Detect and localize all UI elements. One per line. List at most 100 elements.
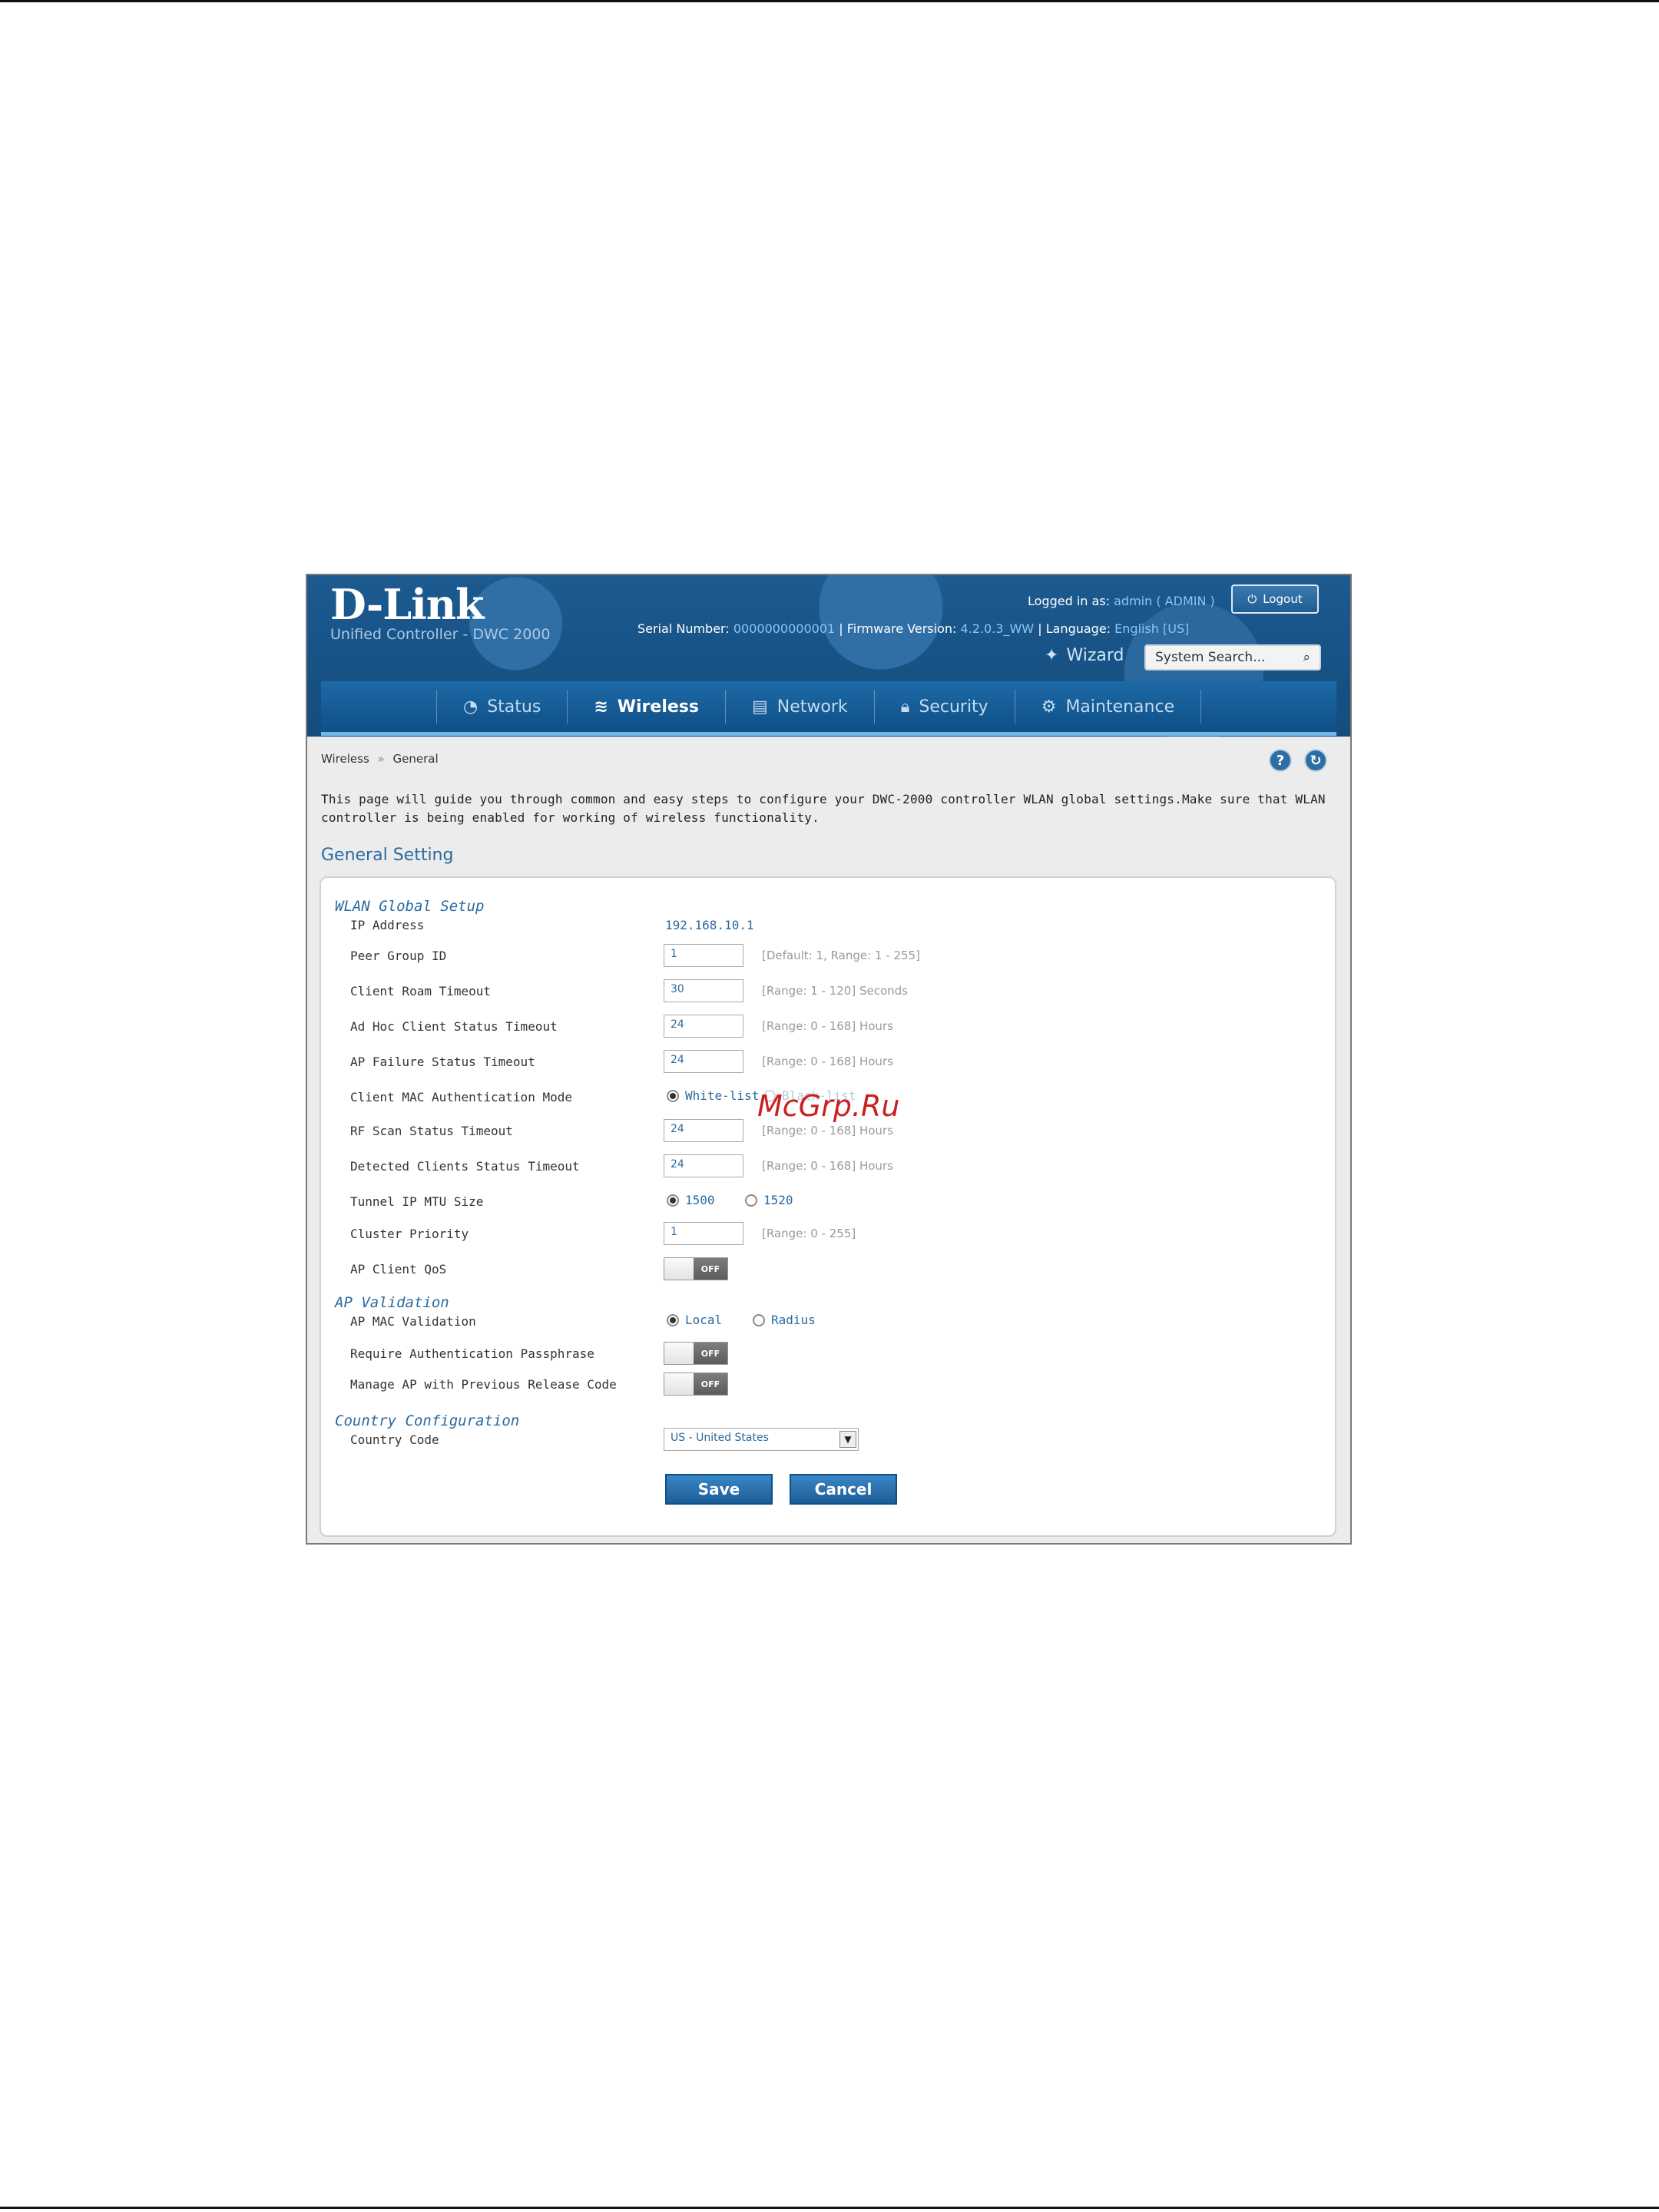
detected-clients-label: Detected Clients Status Timeout [350, 1159, 580, 1174]
mtu-1500-label: 1500 [685, 1193, 715, 1207]
auth-passphrase-toggle[interactable]: OFF [664, 1342, 728, 1365]
breadcrumb-separator: » [377, 752, 385, 766]
nav-network[interactable]: ▤ Network [726, 681, 874, 732]
auth-passphrase-label: Require Authentication Passphrase [350, 1346, 594, 1361]
breadcrumb: Wireless » General [321, 752, 439, 766]
lock-icon: 🔒︎ [900, 697, 910, 717]
wizard-link[interactable]: ✦ Wizard [1045, 646, 1124, 665]
radio-selected-icon [667, 1089, 679, 1102]
mtu-1500-radio[interactable]: 1500 [667, 1193, 715, 1207]
adhoc-timeout-input[interactable]: 24 [664, 1015, 743, 1038]
cluster-priority-input[interactable]: 1 [664, 1222, 743, 1245]
radio-selected-icon [667, 1194, 679, 1207]
login-info: Logged in as: admin ( ADMIN ) [1028, 594, 1215, 608]
rf-scan-input[interactable]: 24 [664, 1119, 743, 1142]
section-title: General Setting [321, 846, 454, 865]
info-separator: | [1038, 621, 1046, 636]
refresh-icon[interactable]: ↻ [1304, 749, 1327, 772]
breadcrumb-root[interactable]: Wireless [321, 752, 369, 766]
ap-validation-title: AP Validation [335, 1294, 449, 1311]
ap-mac-validation-label: AP MAC Validation [350, 1314, 476, 1329]
previous-release-label: Manage AP with Previous Release Code [350, 1377, 617, 1392]
country-config-title: Country Configuration [335, 1412, 520, 1429]
peer-group-input[interactable]: 1 [664, 944, 743, 967]
detected-clients-input[interactable]: 24 [664, 1154, 743, 1177]
peer-group-label: Peer Group ID [350, 949, 447, 963]
firmware-label: Firmware Version: [846, 621, 957, 636]
country-code-select[interactable]: US - United States ▼ [664, 1428, 859, 1451]
breadcrumb-current: General [392, 752, 439, 766]
logout-button[interactable]: ⏻ Logout [1231, 584, 1319, 614]
search-icon[interactable]: ⌕ [1303, 650, 1310, 665]
mtu-size-label: Tunnel IP MTU Size [350, 1194, 484, 1209]
cancel-button[interactable]: Cancel [790, 1474, 897, 1505]
dropdown-arrow-icon[interactable]: ▼ [839, 1431, 856, 1448]
detected-clients-row: Detected Clients Status Timeout 24 [Rang… [321, 1154, 1335, 1182]
gauge-icon: ◔ [463, 697, 478, 717]
wifi-icon: ≋ [594, 697, 608, 717]
previous-release-row: Manage AP with Previous Release Code OFF [321, 1373, 1335, 1400]
nav-security-label: Security [919, 697, 988, 717]
ap-failure-hint: [Range: 0 - 168] Hours [762, 1055, 893, 1068]
nav-wireless[interactable]: ≋ Wireless [568, 681, 725, 732]
page-description: This page will guide you through common … [321, 792, 1326, 825]
rf-scan-hint: [Range: 0 - 168] Hours [762, 1124, 893, 1137]
controller-screenshot: D-Link Unified Controller - DWC 2000 Log… [306, 574, 1352, 1545]
roam-timeout-label: Client Roam Timeout [350, 984, 492, 998]
wlan-global-setup-title: WLAN Global Setup [335, 898, 485, 915]
nav-security[interactable]: 🔒︎ Security [875, 681, 1015, 732]
form-buttons-row: Save Cancel [321, 1474, 1335, 1508]
client-qos-row: AP Client QoS OFF [321, 1257, 1335, 1285]
roam-timeout-hint: [Range: 1 - 120] Seconds [762, 984, 908, 998]
client-qos-toggle[interactable]: OFF [664, 1257, 728, 1280]
roam-timeout-row: Client Roam Timeout 30 [Range: 1 - 120] … [321, 979, 1335, 1007]
device-info: Serial Number: 0000000000001 | Firmware … [637, 621, 1189, 636]
rf-scan-label: RF Scan Status Timeout [350, 1124, 513, 1138]
page-bottom-rule [0, 2207, 1659, 2209]
cluster-priority-row: Cluster Priority 1 [Range: 0 - 255] [321, 1222, 1335, 1250]
info-separator: | [839, 621, 847, 636]
cluster-priority-label: Cluster Priority [350, 1227, 469, 1241]
header-bar: D-Link Unified Controller - DWC 2000 Log… [307, 575, 1350, 737]
previous-release-toggle[interactable]: OFF [664, 1373, 728, 1396]
radius-radio[interactable]: Radius [753, 1313, 816, 1327]
radio-empty-icon [753, 1313, 765, 1326]
gears-icon: ⚙ [1041, 697, 1057, 717]
language-value[interactable]: English [US] [1114, 621, 1189, 636]
client-qos-label: AP Client QoS [350, 1262, 447, 1277]
local-radio[interactable]: Local [667, 1313, 722, 1327]
watermark-text: McGrp.Ru [757, 1089, 900, 1123]
system-search-input[interactable]: System Search... ⌕ [1144, 644, 1321, 671]
white-list-radio[interactable]: White-list [667, 1088, 759, 1103]
adhoc-timeout-row: Ad Hoc Client Status Timeout 24 [Range: … [321, 1015, 1335, 1042]
mtu-size-row: Tunnel IP MTU Size 1500 1520 [321, 1190, 1335, 1217]
ap-failure-row: AP Failure Status Timeout 24 [Range: 0 -… [321, 1050, 1335, 1078]
nav-network-label: Network [777, 697, 848, 717]
toggle-off-label: OFF [694, 1343, 727, 1364]
auth-passphrase-row: Require Authentication Passphrase OFF [321, 1342, 1335, 1369]
white-list-label: White-list [685, 1088, 760, 1103]
nav-maintenance-label: Maintenance [1065, 697, 1175, 717]
search-placeholder: System Search... [1155, 650, 1266, 665]
radio-empty-icon [745, 1194, 757, 1207]
mtu-1520-radio[interactable]: 1520 [745, 1193, 793, 1207]
ip-address-row: IP Address 192.168.10.1 [321, 913, 1335, 941]
nav-maintenance[interactable]: ⚙ Maintenance [1015, 681, 1200, 732]
save-button[interactable]: Save [665, 1474, 773, 1505]
detected-clients-hint: [Range: 0 - 168] Hours [762, 1159, 893, 1173]
help-icon[interactable]: ? [1269, 749, 1292, 772]
nav-status[interactable]: ◔ Status [437, 681, 567, 732]
radius-label: Radius [771, 1313, 816, 1327]
ip-address-label: IP Address [350, 918, 425, 932]
mac-auth-mode-label: Client MAC Authentication Mode [350, 1090, 572, 1104]
ap-mac-validation-row: AP MAC Validation Local Radius [321, 1310, 1335, 1337]
page-top-rule [0, 0, 1659, 2]
serial-label: Serial Number: [637, 621, 730, 636]
country-code-label: Country Code [350, 1432, 439, 1447]
ap-failure-input[interactable]: 24 [664, 1050, 743, 1073]
cluster-priority-hint: [Range: 0 - 255] [762, 1227, 856, 1240]
nav-divider [1200, 690, 1202, 724]
roam-timeout-input[interactable]: 30 [664, 979, 743, 1002]
power-icon: ⏻ [1247, 592, 1257, 606]
product-name: Unified Controller - DWC 2000 [330, 626, 551, 643]
